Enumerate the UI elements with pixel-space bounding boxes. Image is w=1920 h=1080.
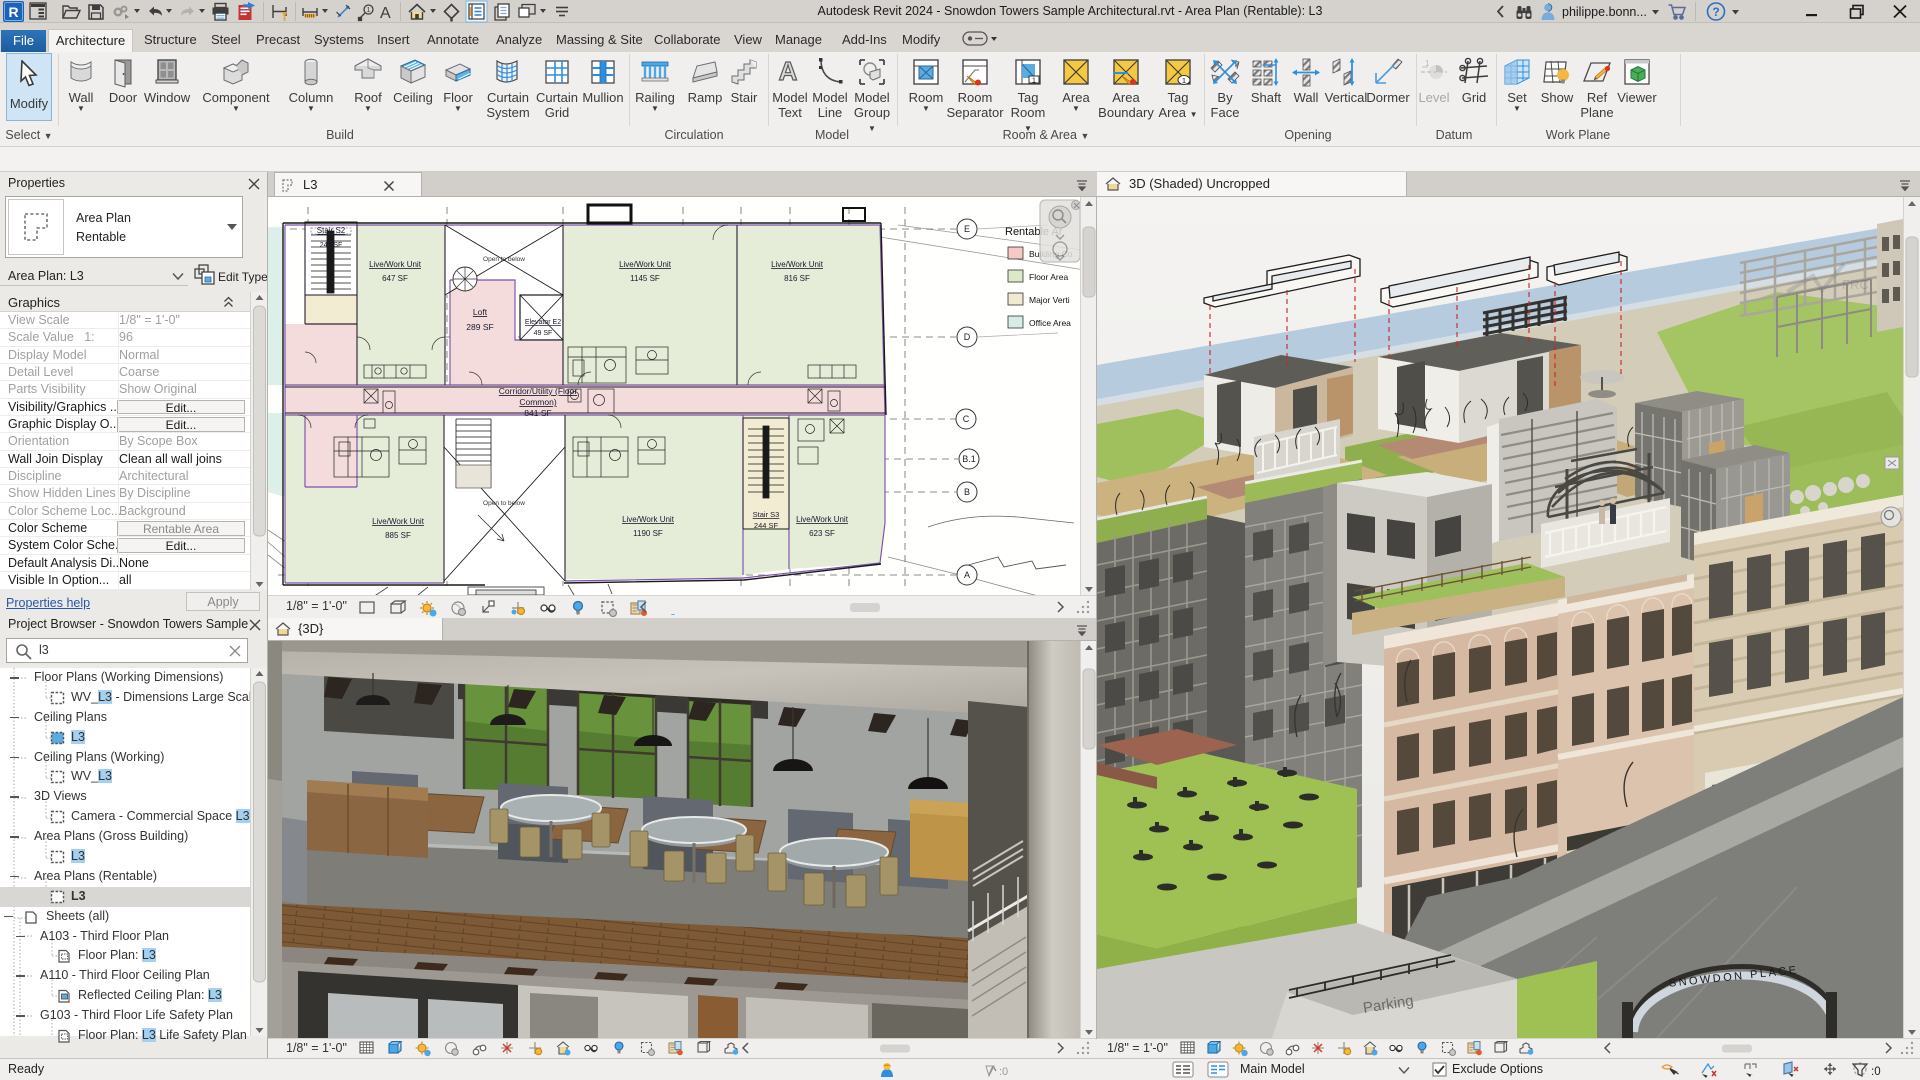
svg-text:1: 1 — [1032, 78, 1036, 85]
svg-text:A: A — [380, 5, 391, 22]
svg-text:Office Area: Office Area — [1029, 318, 1071, 328]
svg-text:885 SF: 885 SF — [385, 531, 411, 540]
svg-text:Live/Work Unit: Live/Work Unit — [796, 515, 849, 524]
svg-text:816 SF: 816 SF — [784, 274, 810, 283]
svg-text:C: C — [963, 414, 970, 424]
svg-text:Floor Area: Floor Area — [1029, 272, 1068, 282]
svg-text:Major Verti: Major Verti — [1029, 295, 1070, 305]
svg-text:D: D — [964, 332, 971, 342]
svg-text:philippe.bonn...: philippe.bonn... — [1562, 5, 1647, 19]
svg-text:Open to below: Open to below — [483, 500, 525, 507]
svg-text:FRC: FRC — [1842, 277, 1869, 292]
svg-text:841 SF: 841 SF — [524, 408, 551, 418]
svg-text:Live/Work Unit: Live/Work Unit — [619, 260, 672, 269]
svg-text:1: 1 — [1182, 76, 1186, 85]
svg-text::0: :0 — [1871, 1066, 1881, 1078]
svg-text:49 SF: 49 SF — [534, 330, 553, 337]
svg-text:Open to below: Open to below — [483, 256, 525, 263]
svg-text:Common): Common) — [519, 397, 556, 407]
svg-text:Live/Work Unit: Live/Work Unit — [622, 515, 675, 524]
svg-text:Stair S3: Stair S3 — [753, 510, 780, 519]
svg-text:Stair S2: Stair S2 — [317, 226, 346, 235]
svg-text:E: E — [964, 224, 970, 234]
svg-text:A: A — [964, 570, 970, 580]
svg-text:Live/Work Unit: Live/Work Unit — [372, 517, 425, 526]
svg-text:Corridor/Utility (Floor: Corridor/Utility (Floor — [499, 386, 578, 396]
svg-text:B: B — [964, 487, 970, 497]
svg-text:Live/Work Unit: Live/Work Unit — [369, 260, 422, 269]
svg-text:Elevator E2: Elevator E2 — [525, 319, 561, 326]
svg-text:1190 SF: 1190 SF — [633, 529, 663, 538]
svg-text:647 SF: 647 SF — [382, 274, 408, 283]
svg-text:1: 1 — [367, 7, 371, 14]
svg-text:244 SF: 244 SF — [754, 521, 779, 530]
svg-text:B.1: B.1 — [962, 454, 976, 464]
svg-text:A: A — [779, 56, 798, 86]
svg-text::0: :0 — [999, 1066, 1008, 1078]
svg-text:Loft: Loft — [473, 307, 488, 317]
svg-text:1145 SF: 1145 SF — [630, 274, 660, 283]
svg-text:Live/Work Unit: Live/Work Unit — [771, 260, 824, 269]
svg-text:246 SF: 246 SF — [320, 242, 343, 249]
svg-text:R: R — [8, 4, 18, 20]
svg-text:?: ? — [1712, 5, 1719, 19]
svg-text:289 SF: 289 SF — [466, 322, 493, 332]
svg-text:623 SF: 623 SF — [809, 529, 835, 538]
